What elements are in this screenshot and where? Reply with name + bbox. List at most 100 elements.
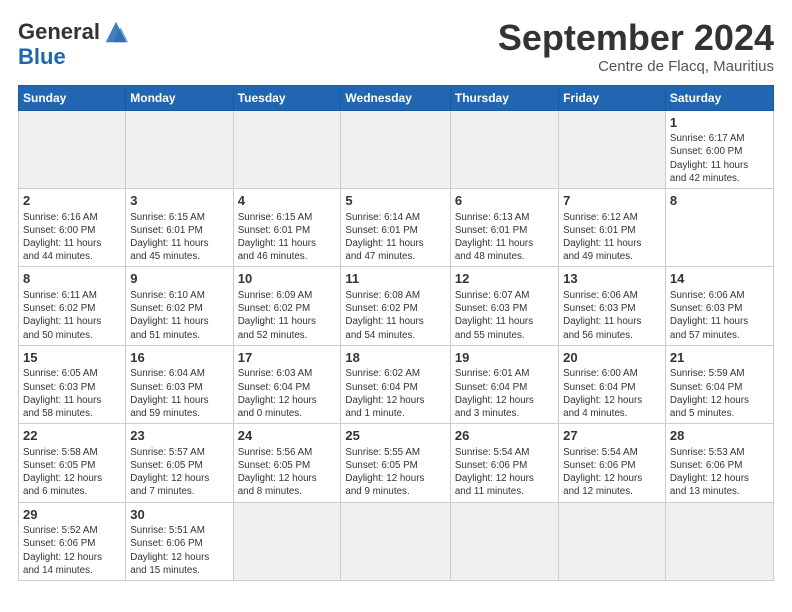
header-monday: Monday [126, 85, 233, 110]
day-info: Daylight: 12 hours [23, 472, 121, 485]
table-row: 17Sunrise: 6:03 AMSunset: 6:04 PMDayligh… [233, 345, 341, 423]
day-info: Sunrise: 6:16 AM [23, 211, 121, 224]
day-info: and 54 minutes. [345, 329, 445, 342]
calendar-week-row: 29Sunrise: 5:52 AMSunset: 6:06 PMDayligh… [19, 502, 774, 580]
table-row: 23Sunrise: 5:57 AMSunset: 6:05 PMDayligh… [126, 424, 233, 502]
header-tuesday: Tuesday [233, 85, 341, 110]
day-info: Daylight: 11 hours [23, 394, 121, 407]
day-info: Sunset: 6:01 PM [130, 224, 228, 237]
day-info: Daylight: 12 hours [345, 472, 445, 485]
day-number: 27 [563, 427, 661, 445]
day-info: Sunrise: 5:52 AM [23, 524, 121, 537]
calendar: Sunday Monday Tuesday Wednesday Thursday… [18, 85, 774, 582]
day-info: and 44 minutes. [23, 250, 121, 263]
day-info: Sunset: 6:01 PM [345, 224, 445, 237]
day-number: 2 [23, 192, 121, 210]
day-info: Daylight: 12 hours [563, 394, 661, 407]
table-row: 4Sunrise: 6:15 AMSunset: 6:01 PMDaylight… [233, 189, 341, 267]
day-info: Sunrise: 5:54 AM [455, 446, 554, 459]
day-number: 12 [455, 270, 554, 288]
logo-icon [102, 18, 130, 46]
table-row: 7Sunrise: 6:12 AMSunset: 6:01 PMDaylight… [559, 189, 666, 267]
day-number: 26 [455, 427, 554, 445]
day-number: 7 [563, 192, 661, 210]
day-info: Daylight: 12 hours [130, 551, 228, 564]
day-info: Sunrise: 6:03 AM [238, 367, 337, 380]
table-row: 3Sunrise: 6:15 AMSunset: 6:01 PMDaylight… [126, 189, 233, 267]
day-number: 28 [670, 427, 769, 445]
day-info: Sunrise: 5:56 AM [238, 446, 337, 459]
table-row: 19Sunrise: 6:01 AMSunset: 6:04 PMDayligh… [450, 345, 558, 423]
day-info: Sunrise: 6:15 AM [130, 211, 228, 224]
day-info: Sunrise: 5:58 AM [23, 446, 121, 459]
calendar-week-row: 15Sunrise: 6:05 AMSunset: 6:03 PMDayligh… [19, 345, 774, 423]
day-info: Sunrise: 6:10 AM [130, 289, 228, 302]
table-row [450, 110, 558, 188]
day-info: and 49 minutes. [563, 250, 661, 263]
day-info: Sunset: 6:05 PM [23, 459, 121, 472]
day-info: Sunrise: 5:59 AM [670, 367, 769, 380]
day-info: Daylight: 12 hours [563, 472, 661, 485]
day-info: Sunrise: 6:17 AM [670, 132, 769, 145]
day-info: and 58 minutes. [23, 407, 121, 420]
title-block: September 2024 Centre de Flacq, Mauritiu… [498, 18, 774, 75]
day-info: Sunrise: 5:57 AM [130, 446, 228, 459]
day-number: 8 [23, 270, 121, 288]
day-info: Sunset: 6:03 PM [670, 302, 769, 315]
day-info: Daylight: 12 hours [130, 472, 228, 485]
day-info: Sunrise: 5:55 AM [345, 446, 445, 459]
day-number: 8 [670, 192, 769, 210]
day-info: and 12 minutes. [563, 485, 661, 498]
table-row: 25Sunrise: 5:55 AMSunset: 6:05 PMDayligh… [341, 424, 450, 502]
calendar-week-row: 2Sunrise: 6:16 AMSunset: 6:00 PMDaylight… [19, 189, 774, 267]
table-row: 29Sunrise: 5:52 AMSunset: 6:06 PMDayligh… [19, 502, 126, 580]
day-info: Daylight: 11 hours [23, 237, 121, 250]
day-info: and 46 minutes. [238, 250, 337, 263]
table-row [450, 502, 558, 580]
day-number: 1 [670, 114, 769, 132]
day-info: Daylight: 11 hours [345, 315, 445, 328]
day-info: and 14 minutes. [23, 564, 121, 577]
day-info: Sunset: 6:02 PM [23, 302, 121, 315]
day-info: Sunset: 6:01 PM [455, 224, 554, 237]
day-info: Sunset: 6:03 PM [130, 381, 228, 394]
day-info: Sunset: 6:03 PM [455, 302, 554, 315]
table-row: 30Sunrise: 5:51 AMSunset: 6:06 PMDayligh… [126, 502, 233, 580]
header-thursday: Thursday [450, 85, 558, 110]
day-info: Sunset: 6:02 PM [345, 302, 445, 315]
day-info: Sunset: 6:02 PM [238, 302, 337, 315]
table-row: 11Sunrise: 6:08 AMSunset: 6:02 PMDayligh… [341, 267, 450, 345]
day-info: Daylight: 11 hours [130, 394, 228, 407]
day-info: Sunrise: 6:11 AM [23, 289, 121, 302]
table-row: 9Sunrise: 6:10 AMSunset: 6:02 PMDaylight… [126, 267, 233, 345]
day-number: 10 [238, 270, 337, 288]
table-row [233, 110, 341, 188]
day-info: Daylight: 11 hours [455, 237, 554, 250]
day-info: Daylight: 12 hours [455, 472, 554, 485]
day-info: Sunrise: 6:08 AM [345, 289, 445, 302]
table-row: 20Sunrise: 6:00 AMSunset: 6:04 PMDayligh… [559, 345, 666, 423]
day-info: and 9 minutes. [345, 485, 445, 498]
day-info: and 45 minutes. [130, 250, 228, 263]
day-info: and 3 minutes. [455, 407, 554, 420]
day-info: and 51 minutes. [130, 329, 228, 342]
day-number: 25 [345, 427, 445, 445]
logo-text-blue: Blue [18, 46, 66, 68]
day-info: Daylight: 11 hours [563, 315, 661, 328]
day-number: 19 [455, 349, 554, 367]
day-info: Sunset: 6:00 PM [23, 224, 121, 237]
day-info: Sunrise: 6:14 AM [345, 211, 445, 224]
day-number: 24 [238, 427, 337, 445]
day-info: Sunset: 6:01 PM [563, 224, 661, 237]
day-info: Sunset: 6:06 PM [23, 537, 121, 550]
month-title: September 2024 [498, 18, 774, 58]
day-info: Sunset: 6:04 PM [238, 381, 337, 394]
day-info: Daylight: 12 hours [670, 394, 769, 407]
page: General Blue September 2024 Centre de Fl… [0, 0, 792, 612]
day-number: 15 [23, 349, 121, 367]
day-number: 13 [563, 270, 661, 288]
table-row: 24Sunrise: 5:56 AMSunset: 6:05 PMDayligh… [233, 424, 341, 502]
day-info: and 4 minutes. [563, 407, 661, 420]
location: Centre de Flacq, Mauritius [498, 58, 774, 75]
table-row [341, 502, 450, 580]
